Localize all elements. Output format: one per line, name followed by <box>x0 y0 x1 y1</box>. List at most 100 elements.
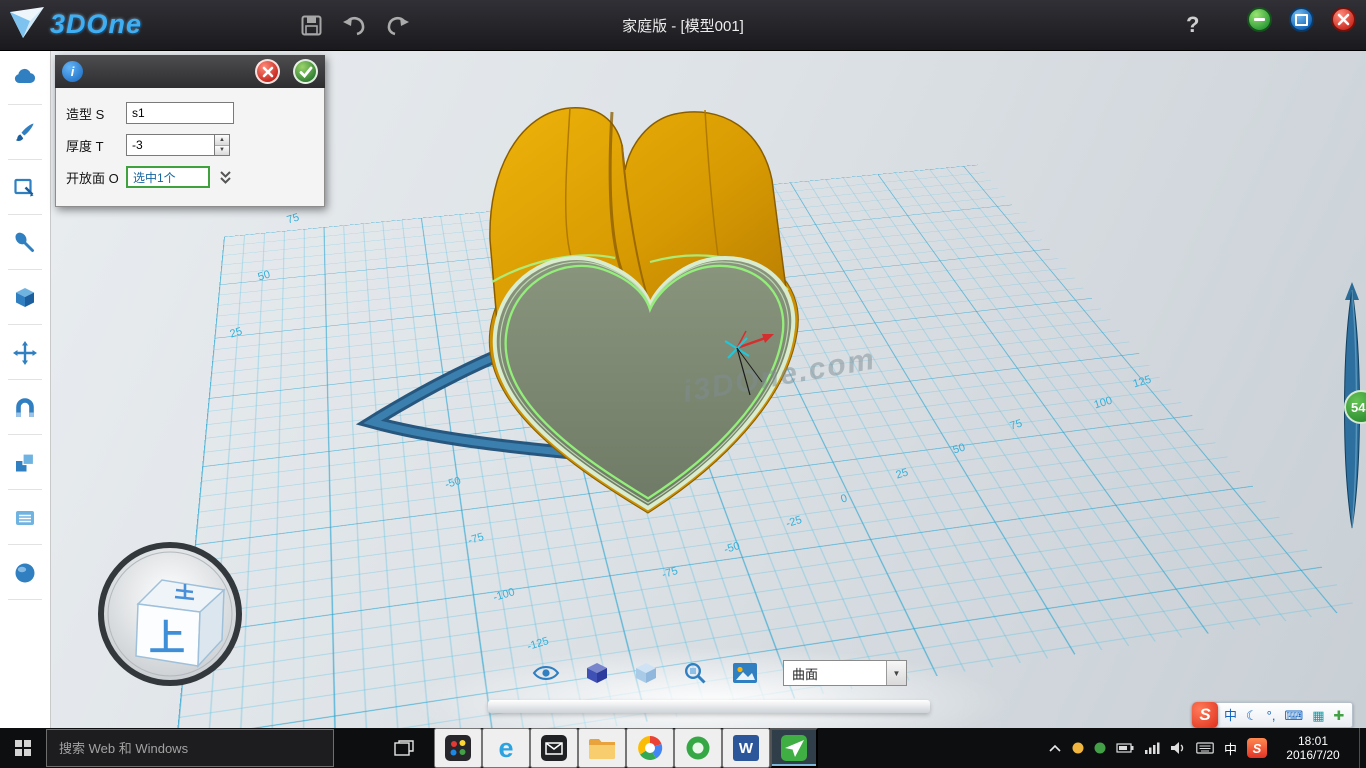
ime-toolbar: S 中 ☾ °, ⌨ ▦ ✚ <box>1192 702 1353 728</box>
move-tool-icon <box>12 340 38 366</box>
ime-icon-1[interactable]: ☾ <box>1246 709 1258 722</box>
display-mode-value: 曲面 <box>784 661 886 685</box>
panel-cancel-button[interactable] <box>255 59 280 84</box>
render-image-button[interactable] <box>732 662 758 684</box>
close-icon <box>1337 13 1350 26</box>
screen: 3DOne 家庭 <box>0 0 1366 768</box>
ime-icon-0[interactable]: 中 <box>1224 709 1237 722</box>
save-button[interactable] <box>300 14 323 37</box>
eye-icon <box>532 663 560 683</box>
taskbar-app-edge[interactable]: e <box>482 728 530 768</box>
property-panel-body: 造型 S 厚度 T ▲▼ 开放面 O <box>55 88 325 207</box>
spinner-up-button[interactable]: ▲ <box>215 135 229 145</box>
tray-chevron-up-icon[interactable] <box>1048 743 1062 753</box>
tray-antivirus-icon[interactable] <box>1094 742 1106 754</box>
ime-icon-4[interactable]: ▦ <box>1312 709 1324 722</box>
minimize-icon <box>1254 18 1265 21</box>
sogou-logo-icon[interactable]: S <box>1192 702 1218 728</box>
3done-app-icon <box>781 735 807 761</box>
task-view-button[interactable] <box>386 740 422 756</box>
cube-tool-icon <box>12 285 38 311</box>
thickness-field-label: 厚度 T <box>66 136 126 155</box>
field-row-thickness: 厚度 T ▲▼ <box>66 129 314 161</box>
sidebar-item-move[interactable] <box>0 325 50 380</box>
spinner-down-button[interactable]: ▼ <box>215 145 229 156</box>
taskbar-apps: e <box>434 728 818 768</box>
dropdown-arrow-icon[interactable]: ▼ <box>886 661 906 685</box>
maximize-icon <box>1295 14 1308 26</box>
cloud-tool-icon <box>12 65 38 91</box>
folder-icon <box>588 737 616 759</box>
taskbar-app-browser[interactable] <box>626 728 674 768</box>
sidebar-item-measure[interactable] <box>0 490 50 545</box>
shaded-view-button[interactable] <box>585 661 609 685</box>
window-controls <box>1247 7 1356 32</box>
sidebar-item-paint[interactable] <box>0 105 50 160</box>
shape-field-label: 造型 S <box>66 104 126 123</box>
help-button[interactable]: ? <box>1180 0 1205 50</box>
taskbar-app-gallery[interactable] <box>434 728 482 768</box>
undo-button[interactable] <box>341 14 367 36</box>
open-face-field-input[interactable] <box>126 166 210 188</box>
sidebar-item-render[interactable] <box>0 545 50 600</box>
ime-toolbar-body: 中 ☾ °, ⌨ ▦ ✚ <box>1213 702 1353 728</box>
ime-icon-5[interactable]: ✚ <box>1334 709 1345 722</box>
paper-plane-icon <box>8 4 46 44</box>
ime-icon-3[interactable]: ⌨ <box>1284 709 1303 722</box>
sidebar-item-feature[interactable] <box>0 270 50 325</box>
image-icon <box>732 662 758 684</box>
ime-icon-2[interactable]: °, <box>1267 709 1276 722</box>
clock-date: 2016/7/20 <box>1277 748 1349 762</box>
shaded-cube-icon <box>585 661 609 685</box>
panel-confirm-button[interactable] <box>293 59 318 84</box>
tray-network-icon[interactable] <box>1144 742 1160 754</box>
taskbar-app-mail[interactable] <box>530 728 578 768</box>
property-panel: i 造型 S 厚度 T ▲▼ <box>55 55 325 207</box>
tool-sidebar <box>0 50 51 728</box>
taskbar-app-3done[interactable] <box>770 728 818 768</box>
magnifier-icon <box>683 661 707 685</box>
shape-field-input[interactable] <box>126 102 234 124</box>
tray-keyboard-icon[interactable] <box>1196 742 1214 754</box>
taskbar-app-explorer[interactable] <box>578 728 626 768</box>
show-desktop-button[interactable] <box>1359 728 1366 768</box>
double-chevron-down-icon <box>219 170 232 185</box>
app-logo: 3DOne <box>8 4 142 44</box>
start-button[interactable] <box>0 728 46 768</box>
task-view-icon <box>394 740 414 756</box>
green-circle-icon <box>685 735 711 761</box>
system-tray: 中 S 18:01 2016/7/20 <box>1048 728 1366 768</box>
tray-language-indicator[interactable]: 中 <box>1224 739 1237 758</box>
expand-chevrons-button[interactable] <box>219 170 232 185</box>
sidebar-item-assembly[interactable] <box>0 435 50 490</box>
tray-battery-icon[interactable] <box>1116 742 1134 754</box>
tray-volume-icon[interactable] <box>1170 741 1186 755</box>
display-mode-dropdown[interactable]: 曲面 ▼ <box>783 660 907 686</box>
sidebar-item-special[interactable] <box>0 215 50 270</box>
sidebar-item-sketch[interactable] <box>0 160 50 215</box>
taskbar-search-input[interactable] <box>46 729 334 767</box>
view-cube[interactable]: 上 <box>96 540 244 688</box>
visibility-button[interactable] <box>532 663 560 683</box>
toolbar-shelf <box>488 700 930 713</box>
minimize-button[interactable] <box>1247 7 1272 32</box>
taskbar-app-word[interactable]: W <box>722 728 770 768</box>
dots-app-icon <box>445 735 471 761</box>
view-cube-front-label: 上 <box>149 617 185 658</box>
thickness-field-input[interactable] <box>126 134 214 156</box>
taskbar-clock[interactable]: 18:01 2016/7/20 <box>1277 734 1349 762</box>
maximize-button[interactable] <box>1289 7 1314 32</box>
sidebar-item-solids[interactable] <box>0 50 50 105</box>
info-icon: i <box>62 61 83 82</box>
close-button[interactable] <box>1331 7 1356 32</box>
tray-security-icon[interactable] <box>1072 742 1084 754</box>
wireframe-view-button[interactable] <box>634 661 658 685</box>
zoom-button[interactable] <box>683 661 707 685</box>
thickness-spinner: ▲▼ <box>214 134 230 156</box>
redo-button[interactable] <box>385 14 411 36</box>
tray-sogou-icon[interactable]: S <box>1247 738 1267 758</box>
sidebar-item-magnet[interactable] <box>0 380 50 435</box>
list-tool-icon <box>12 505 38 531</box>
taskbar-app-360[interactable] <box>674 728 722 768</box>
titlebar: 3DOne 家庭 <box>0 0 1366 51</box>
